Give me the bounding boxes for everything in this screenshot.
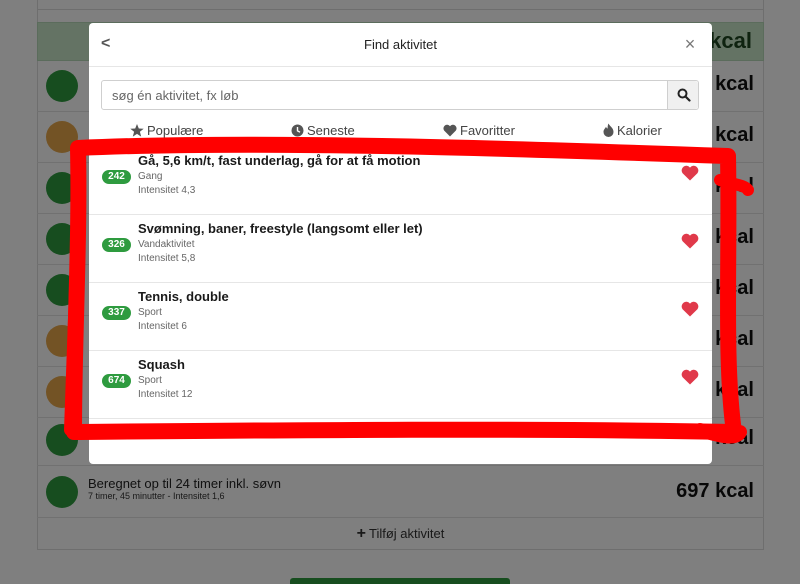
activity-title: Squash <box>138 357 185 372</box>
tab-label: Kalorier <box>617 123 662 138</box>
tab-label: Favoritter <box>460 123 515 138</box>
list-item[interactable]: 326 Svømning, baner, freestyle (langsomt… <box>89 215 712 283</box>
tab-label: Populære <box>147 123 204 138</box>
activity-category: Sport <box>138 375 162 386</box>
kcal-badge: 326 <box>102 238 131 252</box>
activity-category: Vandaktivitet <box>138 239 195 250</box>
activity-category: Sport <box>138 307 162 318</box>
flame-icon <box>603 123 614 137</box>
modal-title: Find aktivitet <box>364 37 437 52</box>
close-button[interactable]: × <box>682 34 698 54</box>
kcal-badge: 337 <box>102 306 131 320</box>
heart-icon <box>443 124 457 137</box>
activity-intensity: Intensitet 5,8 <box>138 253 196 264</box>
activity-intensity: Intensitet 6 <box>138 321 187 332</box>
activity-intensity: Intensitet 4,3 <box>138 185 196 196</box>
kcal-badge: 674 <box>102 374 131 388</box>
tab-favorites[interactable]: Favoritter <box>443 123 515 138</box>
search-button[interactable] <box>667 81 698 109</box>
favorite-heart-icon[interactable] <box>681 233 699 249</box>
favorite-heart-icon[interactable] <box>681 165 699 181</box>
activity-title: Svømning, baner, freestyle (langsomt ell… <box>138 221 423 236</box>
tab-label: Seneste <box>307 123 355 138</box>
tab-recent[interactable]: Seneste <box>291 123 355 138</box>
list-item[interactable]: 242 Gå, 5,6 km/t, fast underlag, gå for … <box>89 147 712 215</box>
tab-calories[interactable]: Kalorier <box>603 123 662 138</box>
tab-popular[interactable]: Populære <box>130 123 203 138</box>
search-icon <box>677 88 691 102</box>
list-item[interactable]: 337 Tennis, double Sport Intensitet 6 <box>89 283 712 351</box>
modal-header: < Find aktivitet × <box>89 23 712 67</box>
search-box <box>101 80 699 110</box>
activity-intensity: Intensitet 12 <box>138 389 193 400</box>
activity-tabs: Populære Seneste Favoritter Kalorier <box>89 122 712 142</box>
favorite-heart-icon[interactable] <box>681 301 699 317</box>
clock-icon <box>291 124 304 137</box>
activity-title: Tennis, double <box>138 289 229 304</box>
list-item[interactable]: 674 Squash Sport Intensitet 12 <box>89 351 712 419</box>
activity-title: Gå, 5,6 km/t, fast underlag, gå for at f… <box>138 153 421 168</box>
star-icon <box>130 124 144 137</box>
kcal-badge: 242 <box>102 170 131 184</box>
favorite-heart-icon[interactable] <box>681 369 699 385</box>
search-input[interactable] <box>102 81 668 109</box>
activity-category: Gang <box>138 171 163 182</box>
find-activity-modal: < Find aktivitet × Populære Seneste Favo… <box>89 23 712 464</box>
